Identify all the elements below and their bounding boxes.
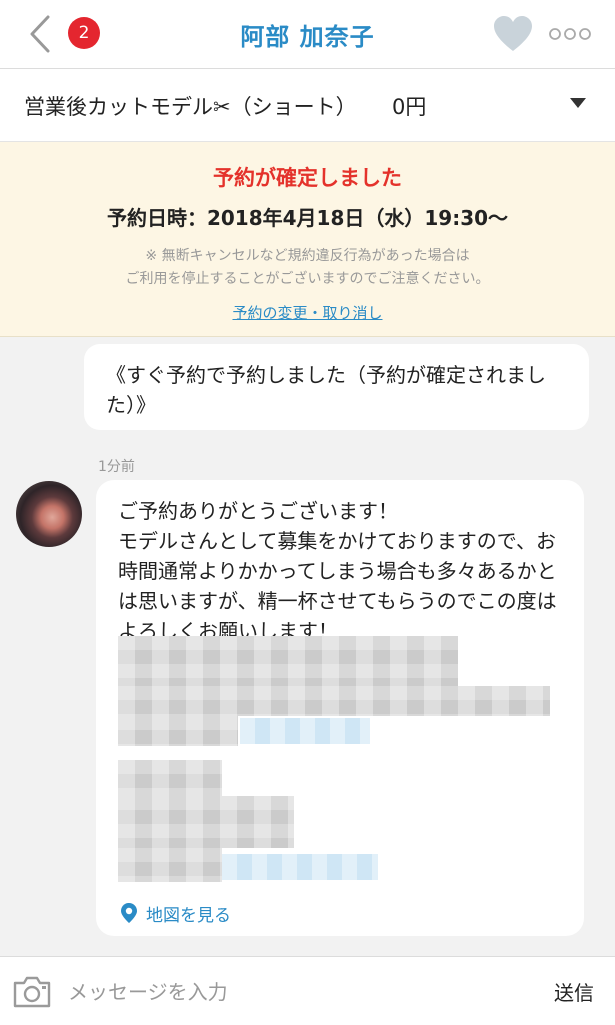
notice-line-1: ※ 無断キャンセルなど規約違反行為があった場合は xyxy=(145,248,470,264)
send-button[interactable]: 送信 xyxy=(554,977,594,1006)
camera-button[interactable] xyxy=(12,975,52,1009)
favorite-button[interactable] xyxy=(492,15,534,53)
redacted-address-block xyxy=(118,796,294,848)
menu-name: 営業後カットモデル✂︎（ショート） xyxy=(24,95,357,119)
menu-selector[interactable]: 営業後カットモデル✂︎（ショート） 0円 xyxy=(0,69,615,142)
redacted-address-block xyxy=(118,760,222,796)
heart-icon xyxy=(494,16,532,51)
redacted-address-block xyxy=(118,686,550,716)
redacted-address-block xyxy=(118,636,458,688)
redacted-address-block xyxy=(118,848,222,882)
map-link-label: 地図を見る xyxy=(146,906,231,926)
top-nav-bar: 2 阿部 加奈子 xyxy=(0,0,615,69)
cancellation-notice: ※ 無断キャンセルなど規約違反行為があった場合は ご利用を停止することがございま… xyxy=(40,245,575,291)
message-input[interactable] xyxy=(66,973,530,1011)
system-message-bubble: 《すぐ予約で予約しました（予約が確定されました）》 xyxy=(84,344,589,430)
system-message-text: 《すぐ予約で予約しました（予約が確定されました）》 xyxy=(106,363,546,417)
more-options-button[interactable] xyxy=(548,24,592,44)
caret-down-icon[interactable] xyxy=(570,98,586,108)
message-input-bar: 送信 xyxy=(0,956,615,1025)
map-pin-icon xyxy=(121,903,137,923)
menu-price: 0円 xyxy=(392,95,427,119)
message-timestamp: 1分前 xyxy=(98,459,135,475)
message-text: ご予約ありがとうございます！ モデルさんとして募集をかけておりますので、お時間通… xyxy=(118,499,557,643)
camera-icon xyxy=(13,976,51,1008)
redacted-url-block xyxy=(240,718,370,744)
redacted-url-block xyxy=(222,854,378,880)
avatar[interactable] xyxy=(16,481,82,547)
change-cancel-link[interactable]: 予約の変更・取り消し xyxy=(0,302,615,323)
redacted-address-block xyxy=(118,716,238,746)
confirmation-title: 予約が確定しました xyxy=(213,166,402,190)
reservation-datetime: 予約日時：2018年4月18日（水）19:30〜 xyxy=(106,206,509,230)
reservation-confirmation: 予約が確定しました 予約日時：2018年4月18日（水）19:30〜 ※ 無断キ… xyxy=(0,142,615,337)
notice-line-2: ご利用を停止することがございますのでご注意ください。 xyxy=(125,271,490,287)
more-dots-icon xyxy=(549,28,591,40)
